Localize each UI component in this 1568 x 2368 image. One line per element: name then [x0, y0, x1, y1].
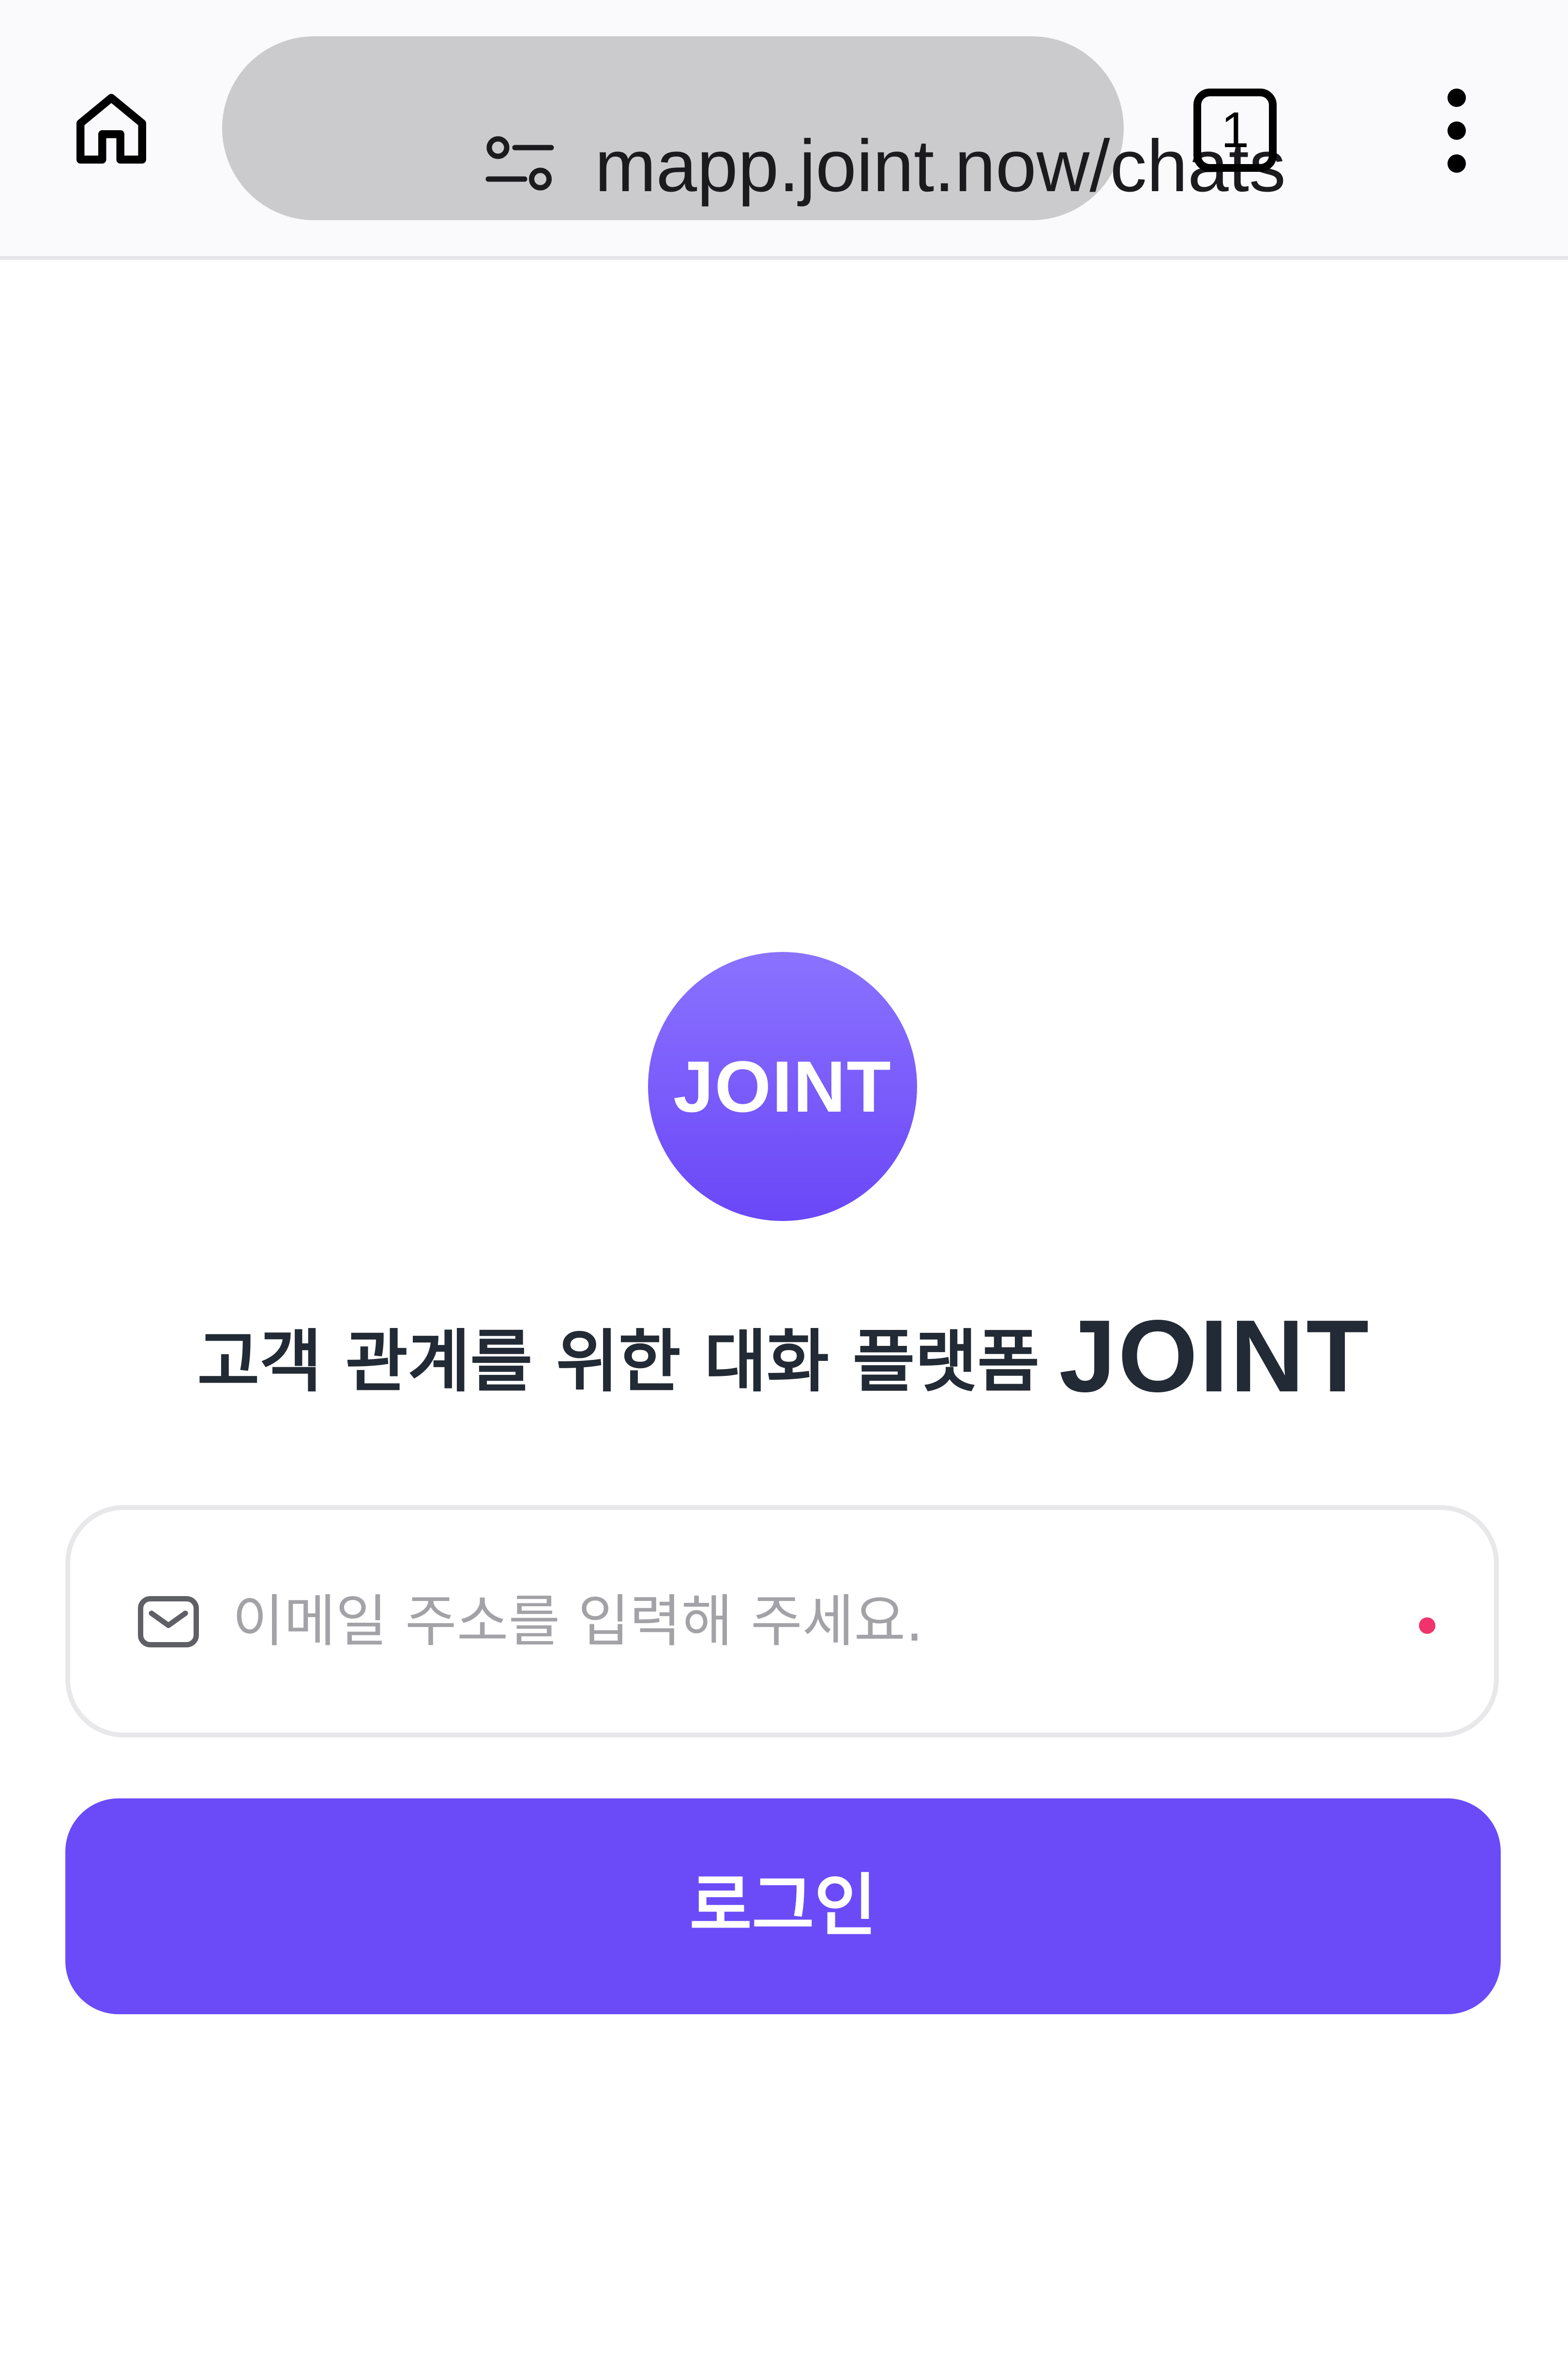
- mail-icon: [137, 1595, 200, 1649]
- headline-tagline: 고객 관계를 위한 대화 플랫폼: [197, 1323, 1040, 1402]
- page-headline: 고객 관계를 위한 대화 플랫폼 JOINT: [0, 1297, 1568, 1413]
- address-bar[interactable]: mapp.joint.now/chats: [222, 36, 1286, 220]
- required-indicator: [1419, 1617, 1435, 1634]
- logo-text: JOINT: [673, 1046, 892, 1127]
- joint-logo: JOINT: [648, 952, 917, 1221]
- login-button[interactable]: 로그인: [65, 1798, 1501, 2014]
- home-icon[interactable]: [68, 85, 155, 172]
- email-field[interactable]: [65, 1505, 1499, 1737]
- tab-switcher-button[interactable]: 1: [1193, 89, 1277, 172]
- url-text: mapp.joint.now/chats: [595, 125, 1286, 207]
- headline-brand: JOINT: [1059, 1298, 1371, 1413]
- tab-count: 1: [1221, 102, 1249, 158]
- more-vert-icon[interactable]: [1420, 87, 1493, 174]
- email-input[interactable]: [232, 1573, 1345, 1670]
- browser-toolbar: mapp.joint.now/chats 1: [0, 0, 1568, 260]
- site-settings-icon[interactable]: [483, 133, 556, 196]
